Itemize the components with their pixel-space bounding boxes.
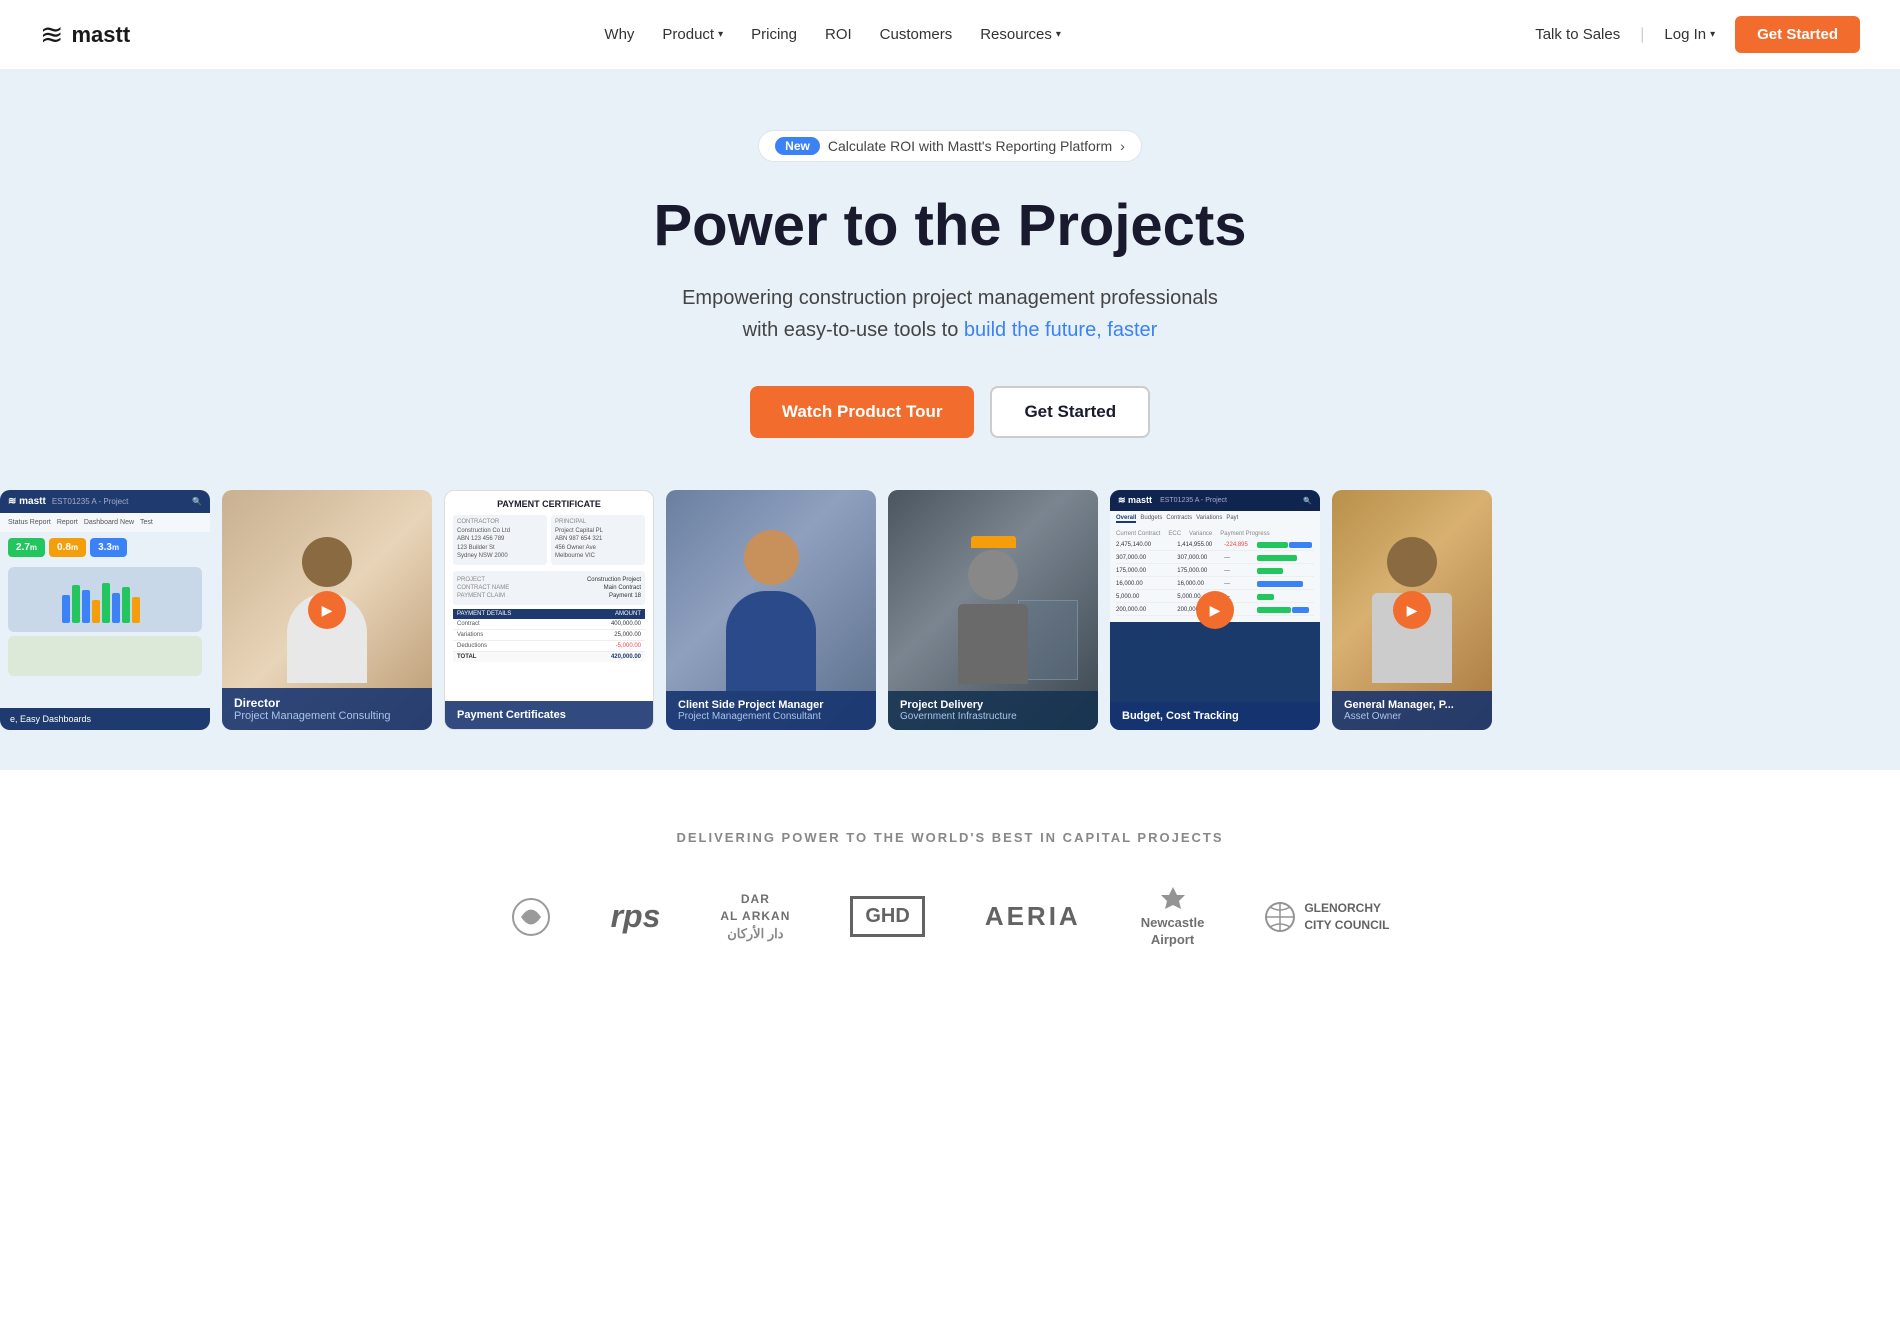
card-director-sub: Project Management Consulting <box>234 710 420 722</box>
card-general-sub: Asset Owner <box>1344 711 1480 722</box>
card-director-title: Director <box>234 696 420 710</box>
logo[interactable]: ≋ mastt <box>40 18 130 51</box>
card-budget-label: Budget, Cost Tracking <box>1122 710 1308 722</box>
card-pm[interactable]: Client Side Project Manager Project Mana… <box>666 490 876 730</box>
card-director[interactable]: ▶ Director Project Management Consulting <box>222 490 432 730</box>
card-infra-sub: Government Infrastructure <box>900 711 1086 722</box>
nav-resources[interactable]: Resources ▾ <box>980 26 1061 43</box>
nav-roi[interactable]: ROI <box>825 26 852 43</box>
card-infra[interactable]: Project Delivery Government Infrastructu… <box>888 490 1098 730</box>
badge-text: Calculate ROI with Mastt's Reporting Pla… <box>828 138 1112 154</box>
nav-pricing[interactable]: Pricing <box>751 26 797 43</box>
hero-subtitle-highlight: build the future, faster <box>964 319 1157 341</box>
resources-chevron-icon: ▾ <box>1056 29 1061 40</box>
logos-row: rps DAR AL ARKAN دار الأركان GHD AERIA N… <box>40 885 1860 949</box>
logo-ghd: GHD <box>850 896 924 937</box>
logo-text: mastt <box>71 22 130 48</box>
cards-strip: ≋ mastt EST01235 A - Project 🔍 Status Re… <box>0 490 1900 770</box>
nav-why[interactable]: Why <box>604 26 634 43</box>
badge-new-label: New <box>775 137 820 155</box>
logos-title: DELIVERING POWER TO THE WORLD'S BEST IN … <box>40 830 1860 845</box>
badge-arrow-icon: › <box>1120 138 1125 154</box>
hero-buttons: Watch Product Tour Get Started <box>40 386 1860 438</box>
card-pm-sub: Project Management Consultant <box>678 711 864 722</box>
watch-product-tour-button[interactable]: Watch Product Tour <box>750 386 975 438</box>
nav-product[interactable]: Product ▾ <box>662 26 723 43</box>
hero-subtitle: Empowering construction project manageme… <box>40 282 1860 346</box>
logo-glenorchy: GLENORCHY CITY COUNCIL <box>1264 900 1389 934</box>
get-started-hero-button[interactable]: Get Started <box>990 386 1150 438</box>
card-payment[interactable]: PAYMENT CERTIFICATE CONTRACTOR Construct… <box>444 490 654 730</box>
cards-outer: ≋ mastt EST01235 A - Project 🔍 Status Re… <box>0 490 1900 730</box>
get-started-nav-button[interactable]: Get Started <box>1735 16 1860 53</box>
hero-title: Power to the Projects <box>40 194 1860 258</box>
nav-customers[interactable]: Customers <box>880 26 953 43</box>
card-dashboard-label: e, Easy Dashboards <box>10 714 91 724</box>
logos-section: DELIVERING POWER TO THE WORLD'S BEST IN … <box>0 770 1900 1009</box>
logo-newcastle-airport: Newcastle Airport <box>1141 885 1205 949</box>
card-director-play-button[interactable]: ▶ <box>308 591 346 629</box>
navbar: ≋ mastt Why Product ▾ Pricing ROI Custom… <box>0 0 1900 70</box>
card-infra-title: Project Delivery <box>900 699 1086 711</box>
nav-right: Talk to Sales | Log In ▾ Get Started <box>1535 16 1860 53</box>
logo-aeria: AERIA <box>985 901 1081 932</box>
card-pm-title: Client Side Project Manager <box>678 699 864 711</box>
hero-section: New Calculate ROI with Mastt's Reporting… <box>0 70 1900 490</box>
card-payment-label: Payment Certificates <box>457 709 641 721</box>
card-general-title: General Manager, P... <box>1344 699 1480 711</box>
log-in-button[interactable]: Log In ▾ <box>1664 26 1715 43</box>
logo-unknown <box>511 897 551 937</box>
login-chevron-icon: ▾ <box>1710 29 1715 40</box>
card-general[interactable]: ▶ General Manager, P... Asset Owner <box>1332 490 1492 730</box>
card-budget[interactable]: ≋ mastt EST01235 A - Project 🔍 Overall B… <box>1110 490 1320 730</box>
logo-icon: ≋ <box>40 18 63 51</box>
talk-to-sales-link[interactable]: Talk to Sales <box>1535 26 1620 43</box>
card-general-play-button[interactable]: ▶ <box>1393 591 1431 629</box>
nav-divider: | <box>1640 26 1644 44</box>
product-chevron-icon: ▾ <box>718 29 723 40</box>
nav-links: Why Product ▾ Pricing ROI Customers Reso… <box>604 26 1061 43</box>
logo-rps: rps <box>611 898 661 935</box>
card-dashboard[interactable]: ≋ mastt EST01235 A - Project 🔍 Status Re… <box>0 490 210 730</box>
cards-row: ≋ mastt EST01235 A - Project 🔍 Status Re… <box>0 490 1900 730</box>
hero-badge[interactable]: New Calculate ROI with Mastt's Reporting… <box>758 130 1142 162</box>
logo-dar-al-arkan: DAR AL ARKAN دار الأركان <box>720 891 790 943</box>
card-budget-play-button[interactable]: ▶ <box>1196 591 1234 629</box>
